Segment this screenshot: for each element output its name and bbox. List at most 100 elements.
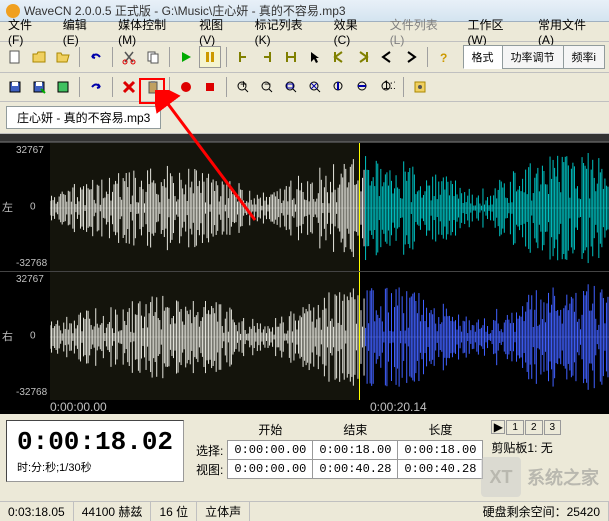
- svg-text:1:1: 1:1: [383, 79, 395, 92]
- zoom-all-button[interactable]: [304, 76, 326, 98]
- marker-end-button[interactable]: [256, 46, 278, 68]
- page-3[interactable]: 3: [544, 420, 562, 435]
- cut-button[interactable]: [118, 46, 140, 68]
- zoom-out-h-button[interactable]: −: [256, 76, 278, 98]
- undo-button[interactable]: [85, 46, 107, 68]
- menu-edit[interactable]: 编辑(E): [55, 14, 110, 49]
- selection-overlay-r: [50, 272, 360, 400]
- scale-min: -32768: [16, 258, 47, 269]
- save-button[interactable]: [4, 76, 26, 98]
- menu-recent[interactable]: 常用文件(A): [530, 14, 609, 49]
- status-rate: 44100 赫兹: [74, 502, 152, 521]
- time-bar[interactable]: 0:00:00.00 0:00:20.14: [0, 400, 609, 414]
- open-folder-button[interactable]: [52, 46, 74, 68]
- scale-zero: 0: [30, 202, 36, 213]
- zoom-out-v-button[interactable]: [352, 76, 374, 98]
- next-cursor-button[interactable]: [400, 46, 422, 68]
- time-format-label: 时:分:秒;1/30秒: [17, 459, 173, 475]
- side-tabs: 格式 功率调节 频率i: [464, 45, 605, 69]
- tab-power[interactable]: 功率调节: [502, 45, 564, 69]
- help-button[interactable]: ?: [433, 46, 455, 68]
- open-file-button[interactable]: [28, 46, 50, 68]
- export-button[interactable]: [52, 76, 74, 98]
- status-bits: 16 位: [151, 502, 197, 521]
- menu-media[interactable]: 媒体控制(M): [110, 14, 191, 49]
- tab-format[interactable]: 格式: [463, 45, 503, 69]
- marker-range-button[interactable]: [280, 46, 302, 68]
- redo-button[interactable]: [85, 76, 107, 98]
- view-start[interactable]: 0:00:00.00: [228, 460, 313, 479]
- menu-bar: 文件(F) 编辑(E) 媒体控制(M) 视图(V) 标记列表(K) 效果(C) …: [0, 22, 609, 42]
- menu-file[interactable]: 文件(F): [0, 14, 55, 49]
- status-disk: 硬盘剩余空间：25420: [475, 502, 609, 521]
- menu-view[interactable]: 视图(V): [191, 14, 246, 49]
- left-channel-label: 左: [2, 199, 13, 215]
- svg-text:?: ?: [440, 51, 447, 65]
- file-tab[interactable]: 庄心妍 - 真的不容易.mp3: [6, 106, 161, 129]
- cursor-button[interactable]: [304, 46, 326, 68]
- scale-zero-r: 0: [30, 331, 36, 342]
- tab-freq[interactable]: 频率i: [563, 45, 605, 69]
- selection-info: 开始 结束 长度 选择: 0:00:00.00 0:00:18.00 0:00:…: [192, 420, 483, 482]
- copy-button[interactable]: [142, 46, 164, 68]
- view-end[interactable]: 0:00:40.28: [313, 460, 398, 479]
- toolbar-row-1: ? 格式 功率调节 频率i: [0, 42, 609, 73]
- sel-start[interactable]: 0:00:00.00: [228, 441, 313, 460]
- delete-button[interactable]: [118, 76, 140, 98]
- hdr-start: 开始: [228, 420, 313, 441]
- sel-end[interactable]: 0:00:18.00: [313, 441, 398, 460]
- sel-len[interactable]: 0:00:18.00: [398, 441, 483, 460]
- zoom-in-h-button[interactable]: +: [232, 76, 254, 98]
- menu-filelist[interactable]: 文件列表(L): [382, 14, 460, 49]
- status-pos: 0:03:18.05: [0, 502, 74, 521]
- hdr-length: 长度: [398, 420, 483, 441]
- view-len[interactable]: 0:00:40.28: [398, 460, 483, 479]
- right-channel[interactable]: 右 32767 0 -32768: [0, 271, 609, 400]
- zoom-reset-v-button[interactable]: 1:1: [376, 76, 398, 98]
- clipboard-label: 剪贴板1:: [491, 441, 537, 455]
- page-1[interactable]: 1: [506, 420, 524, 435]
- pause-button[interactable]: [199, 46, 221, 68]
- menu-markers[interactable]: 标记列表(K): [247, 14, 326, 49]
- play-button[interactable]: [175, 46, 197, 68]
- svg-text:−: −: [264, 79, 271, 91]
- marker-start-button[interactable]: [232, 46, 254, 68]
- current-time: 0:00:18.02: [17, 427, 173, 457]
- save-as-button[interactable]: [28, 76, 50, 98]
- svg-text:+: +: [240, 79, 247, 91]
- hdr-end: 结束: [313, 420, 398, 441]
- zoom-sel-button[interactable]: [280, 76, 302, 98]
- menu-workspace[interactable]: 工作区(W): [459, 14, 530, 49]
- right-panel: ▶ 1 2 3 剪贴板1: 无: [491, 420, 561, 482]
- time-start: 0:00:00.00: [50, 400, 107, 414]
- timeline-ruler[interactable]: [0, 134, 609, 142]
- zoom-in-v-button[interactable]: [328, 76, 350, 98]
- prev-marker-button[interactable]: [328, 46, 350, 68]
- lbl-view: 视图:: [192, 460, 228, 479]
- scale-min-r: -32768: [16, 387, 47, 398]
- page-2[interactable]: 2: [525, 420, 543, 435]
- new-file-button[interactable]: [4, 46, 26, 68]
- file-tab-bar: 庄心妍 - 真的不容易.mp3: [0, 102, 609, 134]
- status-stereo: 立体声: [197, 502, 250, 521]
- time-display: 0:00:18.02 时:分:秒;1/30秒: [6, 420, 184, 482]
- lbl-select: 选择:: [192, 441, 228, 460]
- settings-button[interactable]: [409, 76, 431, 98]
- time-mark: 0:00:20.14: [370, 400, 427, 414]
- selection-overlay: [50, 143, 360, 271]
- status-bar: 0:03:18.05 44100 赫兹 16 位 立体声 硬盘剩余空间：2542…: [0, 501, 609, 521]
- stop-button[interactable]: [199, 76, 221, 98]
- waveform-area[interactable]: 左 32767 0 -32768 右 32767 0 -32768 0:00:0…: [0, 134, 609, 414]
- record-button[interactable]: [175, 76, 197, 98]
- prev-cursor-button[interactable]: [376, 46, 398, 68]
- page-nav[interactable]: ▶: [491, 420, 505, 434]
- right-channel-label: 右: [2, 328, 13, 344]
- left-channel[interactable]: 左 32767 0 -32768: [0, 142, 609, 271]
- menu-effects[interactable]: 效果(C): [326, 14, 382, 49]
- next-marker-button[interactable]: [352, 46, 374, 68]
- scale-max-r: 32767: [16, 274, 44, 285]
- clipboard-value: 无: [541, 441, 553, 455]
- paste-button[interactable]: [142, 76, 164, 98]
- toolbar-row-2: + − 1:1: [0, 73, 609, 102]
- bottom-panel: 0:00:18.02 时:分:秒;1/30秒 开始 结束 长度 选择: 0:00…: [0, 414, 609, 488]
